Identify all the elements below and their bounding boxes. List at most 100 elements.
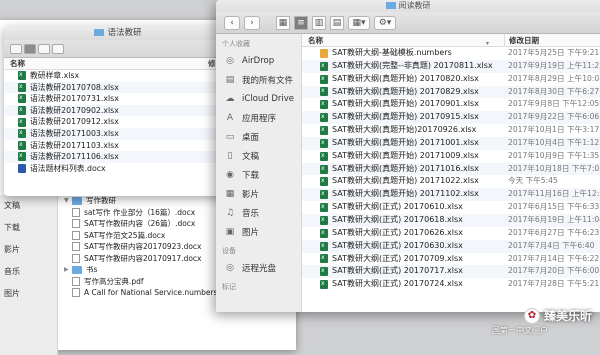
file-row[interactable]: 语法教研20171003.xlsx [4,127,232,140]
front-window-title: 阅读教研 [216,0,600,12]
sidebar-item-label: 影片 [242,189,260,200]
file-row[interactable]: 语法题材料列表.docx [4,163,232,175]
file-name: SAT教研大纲-基础模板.numbers [332,48,452,57]
sidebar-item-label: 下载 [242,170,260,181]
list-view-button[interactable] [24,43,36,54]
forward-button[interactable]: › [244,15,260,30]
action-gear-button[interactable]: ⚙▾ [374,15,396,30]
file-row[interactable]: SAT教研大纲(真题开始) 20170915.xlsx 2017年9月22日 下午… [302,111,600,125]
middle-list-header[interactable]: 名称 修 [4,58,232,70]
sidebar-item[interactable]: ▣ 图片 [216,222,301,241]
sidebar-item[interactable]: ◎ AirDrop [216,51,301,70]
file-row[interactable]: SAT教研大纲(正式) 20170724.xlsx 2017年7月28日 下午5:… [302,278,600,291]
sidebar-item[interactable]: A 应用程序 [216,108,301,127]
file-name: SAT教研大纲(正式) 20170724.xlsx [332,279,463,289]
file-row[interactable]: SAT教研大纲(正式) 20170618.xlsx 2017年6月19日 上午11… [302,213,600,227]
file-row[interactable]: 语法教研20170708.xlsx [4,81,232,94]
sidebar-item[interactable]: ▦ 影片 [216,184,301,203]
excel-file-icon [320,240,328,252]
movies-icon: ▦ [225,188,235,199]
arrange-button[interactable]: ▦▾ [348,15,370,30]
file-row[interactable]: SAT教研大纲(真题开始) 20171009.xlsx 2017年10月9日 下午… [302,150,600,163]
sidebar-item[interactable]: ▤ 我的所有文件 [216,70,301,89]
sidebar-item[interactable]: ▭ 桌面 [216,127,301,146]
column-view-button[interactable] [38,43,50,54]
excel-file-icon [320,265,328,278]
file-name: 书s [86,265,98,274]
file-row[interactable]: SAT教研大纲(正式) 20170610.xlsx 2017年6月15日 下午6:… [302,201,600,214]
excel-file-icon [320,73,328,85]
sidebar-item[interactable]: ▯ 文稿 [216,146,301,165]
back-sidebar-item[interactable]: 图片 [0,283,57,305]
file-date: 2017年5月25日 下午9:21 [508,48,600,57]
file-name: SAT教研大纲(真题开始) 20170901.xlsx [332,99,479,109]
excel-file-icon [18,127,26,139]
file-date: 2017年6月15日 下午6:33 [508,202,600,212]
back-button[interactable]: ‹ [224,15,240,30]
excel-file-icon [320,201,328,214]
icon-view-button[interactable] [10,43,22,54]
middle-window-title: 语法教研 [4,26,232,40]
front-list-header[interactable]: 名称 ▾ 修改日期 [302,34,600,47]
file-row[interactable]: SAT教研大纲(正式) 20170626.xlsx 2017年6月27日 下午6:… [302,227,600,240]
sidebar-item-remote-disc[interactable]: ◎ 远程光盘 [216,258,301,277]
gallery-view-button[interactable] [52,43,64,54]
file-row[interactable]: SAT教研大纲-基础模板.numbers 2017年5月25日 下午9:21 [302,47,600,60]
file-name: SAT教研大纲(真题开始) 20170915.xlsx [332,112,479,122]
disclosure-triangle-icon[interactable]: ▼ [64,195,72,207]
file-name: SAT教研大纲(真题开始) 20171009.xlsx [332,150,479,160]
gallery-view-button[interactable]: ▤ [330,15,344,30]
disclosure-triangle-icon[interactable]: ▶ [64,264,72,276]
file-row[interactable]: 语法教研20170902.xlsx [4,104,232,117]
numbers-file-icon [320,48,328,58]
middle-finder-window: 语法教研 名称 修 教研样章.xlsx 语法教研20170708.xlsx 语法教研… [4,26,232,196]
file-row[interactable]: 语法教研20171103.xlsx [4,139,232,152]
back-sidebar-item[interactable]: 音乐 [0,261,57,283]
sidebar-item-label: 音乐 [242,208,260,219]
list-view-button[interactable]: ≡ [294,15,308,30]
excel-file-icon [320,111,328,124]
file-name: SAT教研大纲(真题开始) 20171022.xlsx [332,176,479,186]
file-row[interactable]: SAT教研大纲(真题开始) 20171102.xlsx 2017年11月16日 上… [302,188,600,202]
file-row[interactable]: SAT教研大纲(真题开始) 20170829.xlsx 2017年8月30日 下午… [302,85,600,99]
file-row[interactable]: SAT教研大纲(真题开始) 20170820.xlsx 2017年8月29日 上午… [302,73,600,86]
file-row[interactable]: SAT教研大纲(真题开始) 20170901.xlsx 2017年9月8日 下午1… [302,98,600,111]
word-file-icon [18,164,26,174]
sidebar-item[interactable]: ☁ iCloud Drive [216,89,301,108]
file-name: sat写作 作业部分（16篇）.docx [84,207,196,217]
sidebar-item[interactable]: ♫ 音乐 [216,203,301,222]
back-sidebar-item[interactable]: 下载 [0,217,57,239]
file-name: SAT教研大纲(正式) 20170717.xlsx [332,266,463,276]
downloads-icon: ◉ [226,169,234,180]
file-date: 2017年10月1日 下午3:17 [508,125,600,135]
file-row[interactable]: SAT教研大纲(真题开始) 20171022.xlsx 今天 下午5:45 [302,175,600,188]
excel-file-icon [320,175,328,188]
back-sidebar-item[interactable]: 影片 [0,239,57,261]
file-row[interactable]: SAT教研大纲(真题开始)20170926.xlsx 2017年10月1日 下午3… [302,124,600,137]
excel-file-icon [320,98,328,111]
sidebar-item[interactable]: ◉ 下载 [216,165,301,184]
back-sidebar-item[interactable]: 文稿 [0,195,57,217]
file-row[interactable]: SAT教研大纲(完整--非真题) 20170811.xlsx 2017年9月19日… [302,59,600,73]
file-row[interactable]: 语法教研20171106.xlsx [4,150,232,163]
icon-view-button[interactable]: ▦ [276,15,290,30]
file-name: SAT写作教研内容（26篇）.docx [84,219,196,228]
file-name: 语法教研20171106.xlsx [30,152,119,162]
file-row[interactable]: 语法教研20170731.xlsx [4,92,232,105]
front-toolbar: ‹ › ▦ ≡ ▥ ▤ ▦▾ ⚙▾ [216,12,600,34]
file-name: SAT教研大纲(正式) 20170630.xlsx [332,240,463,250]
file-row[interactable]: SAT教研大纲(正式) 20170717.xlsx 2017年7月20日 下午6:… [302,265,600,279]
file-row[interactable]: SAT教研大纲(真题开始) 20171001.xlsx 2017年10月4日 下午… [302,136,600,150]
column-view-button[interactable]: ▥ [312,15,326,30]
file-row[interactable]: 教研样章.xlsx [4,69,232,82]
music-icon: ♫ [225,207,235,218]
watermark-logo-icon: ✿ [523,307,540,324]
file-row[interactable]: SAT教研大纲(正式) 20170630.xlsx 2017年7月4日 下午6:4… [302,239,600,253]
file-row[interactable]: 语法教研20170912.xlsx [4,116,232,128]
file-row[interactable]: SAT教研大纲(正式) 20170709.xlsx 2017年7月14日 下午6:… [302,253,600,266]
desktop-icon: ▭ [225,131,235,142]
file-name: 语法教研20171003.xlsx [30,128,119,138]
file-row[interactable]: SAT教研大纲(真题开始) 20171016.xlsx 2017年10月18日 下… [302,162,600,176]
excel-file-icon [320,86,328,98]
file-name: SAT教研大纲(真题开始)20170926.xlsx [332,125,477,135]
